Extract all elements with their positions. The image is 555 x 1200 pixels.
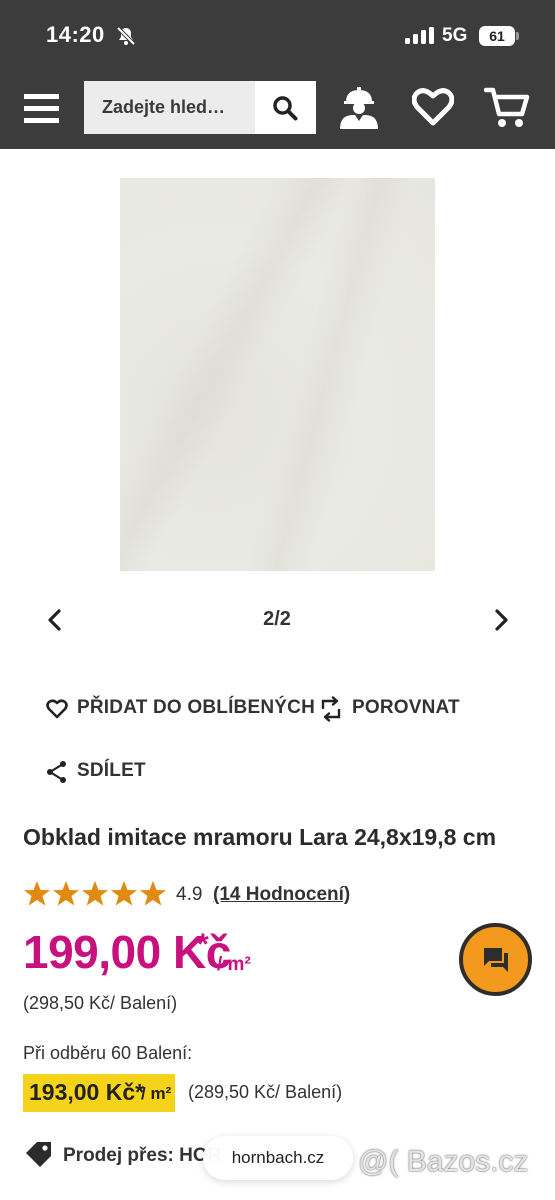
chevron-left-icon[interactable] xyxy=(42,607,68,633)
price-per-pack: (298,50 Kč/ Balení) xyxy=(23,993,178,1013)
bulk-price-unit: / m² xyxy=(141,1084,172,1103)
browser-url-pill[interactable]: hornbach.cz xyxy=(203,1136,353,1180)
compare-label: POROVNAT xyxy=(352,697,460,718)
share-label: SDÍLET xyxy=(77,760,146,781)
seller-text: Prodej přes: HOR xyxy=(63,1145,222,1166)
share-button[interactable]: SDÍLET xyxy=(46,760,146,786)
chat-button[interactable] xyxy=(459,923,532,996)
bell-off-icon xyxy=(116,26,136,46)
battery-tip xyxy=(516,32,519,40)
heart-outline-icon xyxy=(46,699,68,719)
watermark: @( Bazos.cz xyxy=(358,1145,529,1178)
star-icon xyxy=(140,881,166,906)
bulk-price: 193,00 Kč* xyxy=(29,1079,145,1105)
add-to-favorites-button[interactable]: PŘIDAT DO OBLÍBENÝCH xyxy=(46,697,315,723)
menu-icon[interactable] xyxy=(24,94,59,124)
add-to-favorites-label: PŘIDAT DO OBLÍBENÝCH xyxy=(77,697,315,718)
compare-arrows-icon xyxy=(321,696,341,722)
carousel-counter: 2/2 xyxy=(263,608,291,630)
price-footnote-mark: * xyxy=(197,928,209,961)
search-input[interactable] xyxy=(84,81,255,134)
network-type: 5G xyxy=(442,25,468,46)
search-box xyxy=(84,81,316,134)
signal-icon xyxy=(405,27,434,44)
product-title: Obklad imitace mramoru Lara 24,8x19,8 cm xyxy=(23,824,497,850)
status-bar: 14:20 5G 61 xyxy=(0,0,555,67)
chat-icon xyxy=(484,948,508,972)
user-helmet-icon[interactable] xyxy=(336,85,382,129)
battery-indicator: 61 xyxy=(479,26,515,46)
browser-url: hornbach.cz xyxy=(231,1148,325,1167)
star-icon xyxy=(53,881,79,906)
site-header xyxy=(0,67,555,149)
product-image[interactable] xyxy=(120,178,435,571)
compare-button[interactable]: POROVNAT xyxy=(319,696,460,723)
status-time: 14:20 xyxy=(46,22,105,47)
bulk-offer-label: Při odběru 60 Balení: xyxy=(23,1043,193,1063)
tag-icon xyxy=(26,1142,51,1167)
star-icon xyxy=(111,881,137,906)
rating-value: 4.9 xyxy=(176,884,203,905)
search-button[interactable] xyxy=(255,81,316,134)
search-icon xyxy=(273,96,298,121)
star-icon xyxy=(24,881,50,906)
cart-icon[interactable] xyxy=(484,87,530,129)
chevron-right-icon[interactable] xyxy=(488,607,514,633)
reviews-link[interactable]: (14 Hodnocení) xyxy=(213,884,350,906)
bulk-price-highlight: 193,00 Kč* / m² xyxy=(23,1074,175,1112)
rating-stars xyxy=(24,881,166,906)
share-icon xyxy=(47,761,66,783)
bulk-price-per-pack: (289,50 Kč/ Balení) xyxy=(188,1082,343,1102)
heart-icon[interactable] xyxy=(412,88,454,126)
star-icon xyxy=(82,881,108,906)
price-unit: / m² xyxy=(217,954,251,975)
